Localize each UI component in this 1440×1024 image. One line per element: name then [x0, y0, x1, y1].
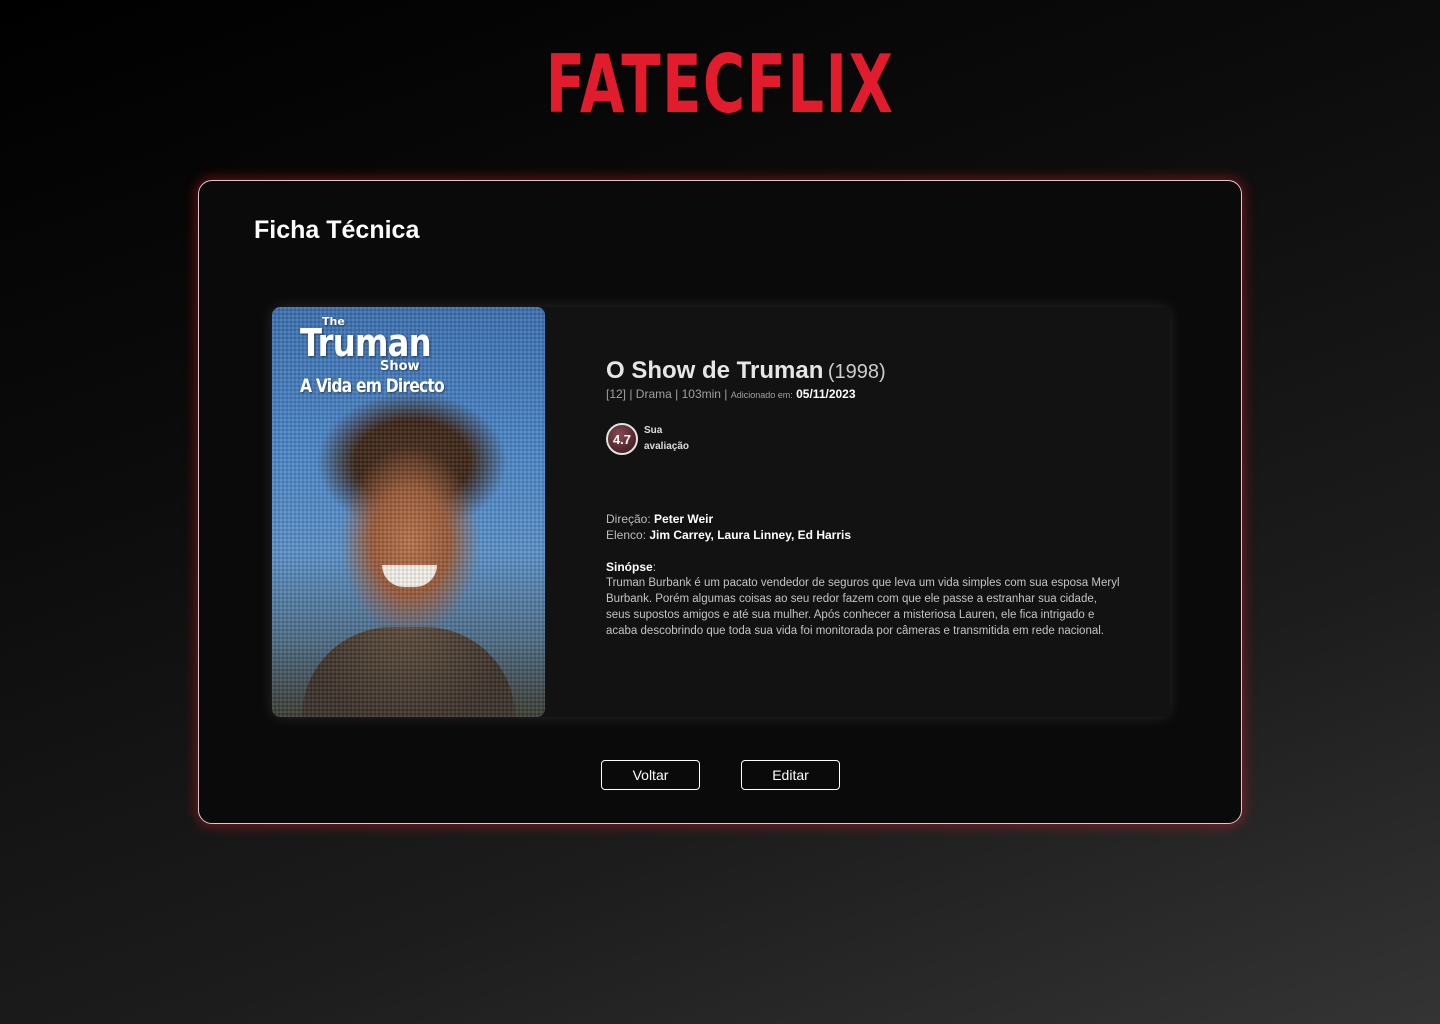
back-button[interactable]: Voltar — [601, 760, 700, 790]
poster-smile — [382, 565, 437, 587]
movie-heading: O Show de Truman (1998) — [606, 357, 1126, 385]
movie-year: (1998) — [827, 361, 886, 383]
cast-value: Jim Carrey, Laura Linney, Ed Harris — [649, 528, 852, 542]
rating-badge: 4.7 — [606, 423, 638, 455]
added-label: Adicionado em: — [730, 390, 793, 400]
movie-info: O Show de Truman (1998) [12] | Drama | 1… — [606, 357, 1126, 637]
movie-title: O Show de Truman — [606, 357, 824, 384]
poster-figure — [302, 627, 515, 717]
poster-text-subtitle: A Vida em Directo — [300, 375, 445, 397]
movie-credits: Direção: Peter Weir Elenco: Jim Carrey, … — [606, 511, 1126, 639]
movie-card: The Truman Show A Vida em Directo O Show… — [272, 307, 1170, 717]
movie-detail-panel: Ficha Técnica The Truman Show A Vida em … — [198, 180, 1242, 824]
cast-label: Elenco: — [606, 528, 647, 542]
direction-row: Direção: Peter Weir — [606, 511, 1126, 527]
direction-value: Peter Weir — [654, 512, 714, 526]
added-date: 05/11/2023 — [796, 387, 856, 401]
synopsis-heading: Sinópse: — [606, 560, 657, 574]
movie-poster: The Truman Show A Vida em Directo — [272, 307, 545, 717]
rating-label: Sua avaliação — [644, 425, 690, 452]
synopsis-label: Sinópse — [606, 560, 653, 574]
meta-info: [12] | Drama | 103min | — [606, 387, 731, 401]
synopsis-text: Truman Burbank é um pacato vendedor de s… — [606, 577, 1120, 637]
edit-button[interactable]: Editar — [741, 760, 840, 790]
movie-meta: [12] | Drama | 103min | Adicionado em: 0… — [606, 387, 1126, 401]
direction-label: Direção: — [606, 512, 651, 526]
brand-logo: FATECFLIX — [545, 38, 895, 131]
poster-text-show: Show — [380, 359, 420, 374]
panel-title: Ficha Técnica — [254, 216, 420, 244]
user-rating: 4.7 Sua avaliação — [606, 423, 694, 455]
cast-row: Elenco: Jim Carrey, Laura Linney, Ed Har… — [606, 527, 1126, 543]
